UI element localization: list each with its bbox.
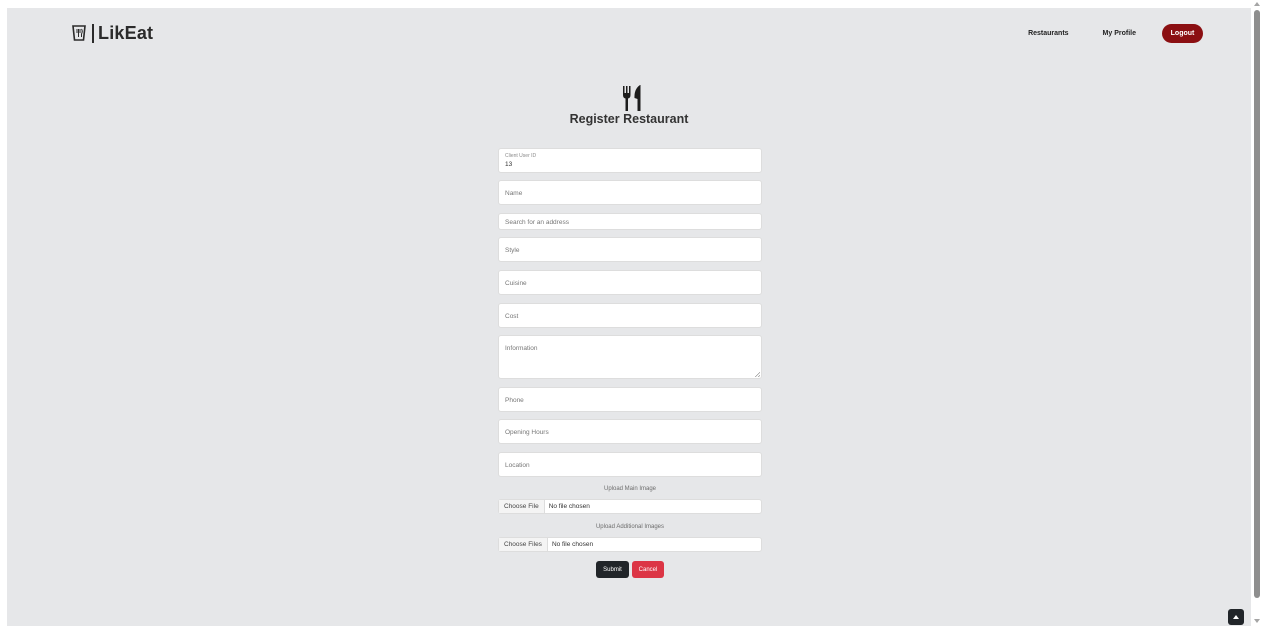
nav-my-profile-link[interactable]: My Profile <box>1103 30 1136 37</box>
choose-file-button[interactable]: Choose File <box>499 500 545 513</box>
opening-hours-input[interactable]: Opening Hours <box>498 419 762 444</box>
cost-input[interactable]: Cost <box>498 303 762 328</box>
location-input[interactable]: Location <box>498 452 762 477</box>
client-user-id-label: Client User ID <box>505 153 537 159</box>
page-title: Register Restaurant <box>569 112 689 126</box>
cuisine-input[interactable]: Cuisine <box>498 270 762 295</box>
brand-logo[interactable]: LikEat <box>70 22 153 44</box>
choose-files-button[interactable]: Choose Files <box>499 538 548 551</box>
page-viewport: LikEat Restaurants My Profile Logout Reg… <box>7 8 1251 626</box>
additional-images-status: No file chosen <box>551 541 594 548</box>
brand-name: LikEat <box>98 23 154 43</box>
upload-main-image-label: Upload Main Image <box>603 486 657 492</box>
logout-button[interactable]: Logout <box>1162 23 1203 43</box>
address-search-input[interactable]: Search for an address <box>498 213 762 230</box>
chevron-up-icon <box>1233 615 1239 619</box>
client-user-id-field[interactable]: Client User ID 13 <box>498 148 762 173</box>
submit-button[interactable]: Submit <box>596 561 629 578</box>
phone-input[interactable]: Phone <box>498 387 762 412</box>
cost-placeholder: Cost <box>505 313 519 320</box>
style-placeholder: Style <box>505 247 520 254</box>
textarea-resize-handle[interactable] <box>755 372 760 377</box>
cancel-button[interactable]: Cancel <box>632 561 664 578</box>
utensils-icon <box>623 85 641 111</box>
cuisine-placeholder: Cuisine <box>505 280 527 287</box>
scrollbar-thumb[interactable] <box>1254 10 1260 598</box>
main-image-status: No file chosen <box>548 503 590 510</box>
information-textarea[interactable]: Information <box>498 335 762 379</box>
brand-divider <box>92 23 94 43</box>
nav-restaurants-link[interactable]: Restaurants <box>1028 30 1068 37</box>
back-to-top-button[interactable] <box>1228 609 1244 625</box>
scroll-up-arrow-icon[interactable] <box>1254 2 1260 6</box>
name-input[interactable]: Name <box>498 180 762 205</box>
address-placeholder: Search for an address <box>505 219 569 226</box>
client-user-id-value: 13 <box>505 161 513 168</box>
opening-hours-placeholder: Opening Hours <box>505 429 549 436</box>
information-placeholder: Information <box>505 345 538 352</box>
scroll-down-arrow-icon[interactable] <box>1254 619 1260 623</box>
main-image-file-input[interactable]: Choose File No file chosen <box>498 499 762 514</box>
upload-additional-images-label: Upload Additional Images <box>595 524 665 530</box>
location-placeholder: Location <box>505 462 530 469</box>
cup-fork-knife-icon <box>72 25 86 41</box>
style-input[interactable]: Style <box>498 237 762 262</box>
phone-placeholder: Phone <box>505 397 524 404</box>
top-nav: Restaurants My Profile Logout <box>1028 23 1203 43</box>
additional-images-file-input[interactable]: Choose Files No file chosen <box>498 537 762 552</box>
name-placeholder: Name <box>505 190 523 197</box>
